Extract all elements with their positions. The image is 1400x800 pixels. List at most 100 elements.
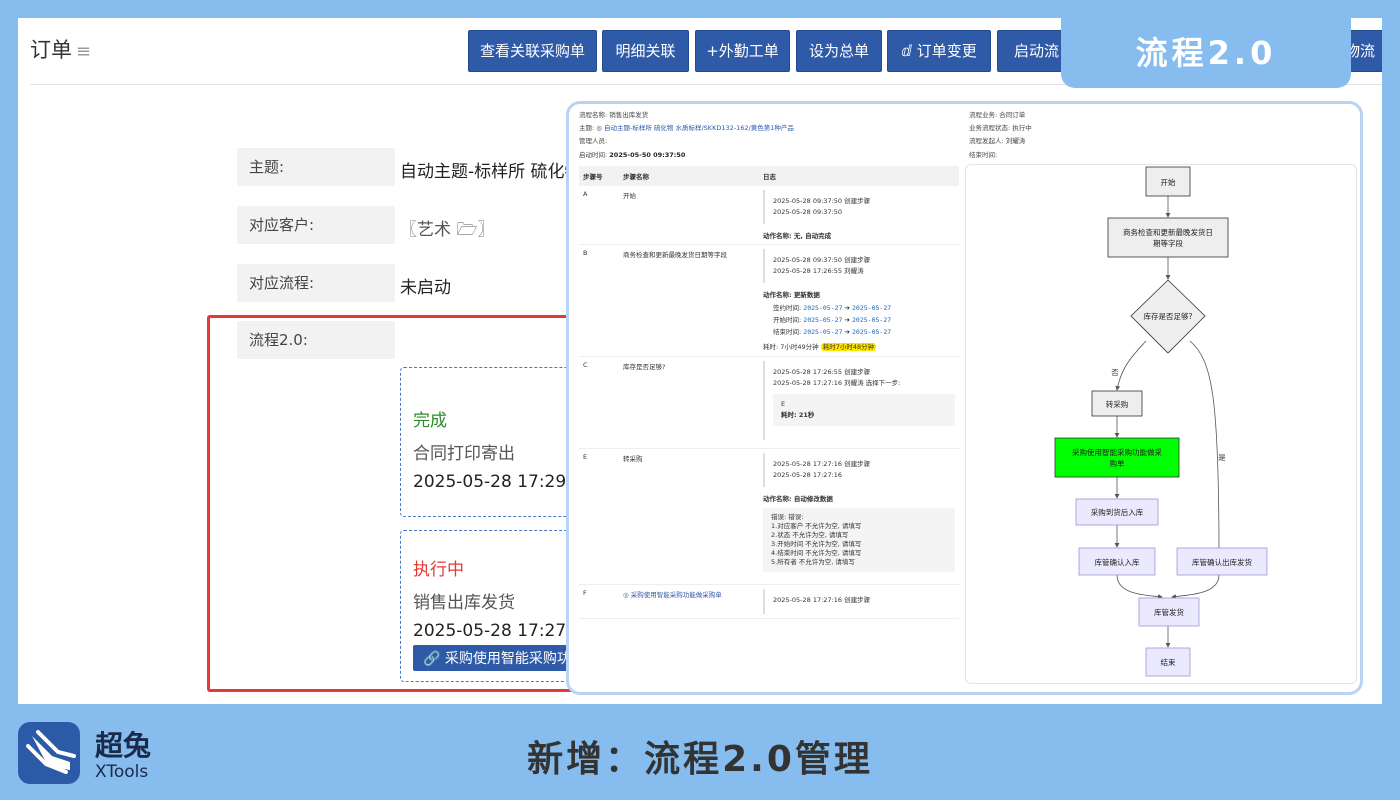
- meta-start-value: 2025-05-50 09:37:50: [609, 151, 686, 159]
- smart-purchase-link-button[interactable]: 🔗 采购使用智能采购功: [413, 645, 581, 671]
- log-line: 2025-05-28 17:26:55 刘耀涛: [773, 267, 864, 275]
- detail-link-button[interactable]: 明细关联: [602, 30, 689, 72]
- log-line: 2025-05-28 17:27:16: [773, 471, 843, 479]
- next-step-title: E: [781, 400, 786, 408]
- step-name-link[interactable]: ◎ 采购使用智能采购功能做采购单: [619, 584, 759, 619]
- date-from: 2025-05-27: [803, 304, 843, 312]
- date-from: 2025-05-27: [803, 328, 843, 336]
- flow-node-ship-label: 库管发货: [1154, 607, 1184, 617]
- order-change-icon: ⅆ: [901, 42, 912, 60]
- step-no: A: [579, 186, 619, 245]
- date-from: 2025-05-27: [803, 316, 843, 324]
- flow-node-check[interactable]: 商务检查和更新最晚发货日 期等字段: [1107, 217, 1229, 258]
- table-row: E 转采购 2025-05-28 17:27:16 创建步骤 2025-05-2…: [579, 448, 959, 585]
- flow-node-confirm-in[interactable]: 库管确认入库: [1078, 547, 1156, 576]
- log-line: 2025-05-28 17:27:16 创建步骤: [773, 596, 871, 604]
- step-name: 库存是否足够?: [619, 356, 759, 449]
- date-changes: 签约时间: 2025-05-27 ➔ 2025-05-27 开始时间: 2025…: [763, 302, 955, 338]
- flow-branch-no-label: 否: [1111, 368, 1119, 377]
- flow-node-transfer[interactable]: 转采购: [1091, 390, 1143, 417]
- flow-node-end[interactable]: 结束: [1145, 647, 1191, 677]
- meta-process-name: 流程名称: 销售出库发货: [579, 111, 649, 119]
- flow-node-smart-label-2: 购单: [1110, 458, 1126, 468]
- page-title-text: 订单: [30, 38, 72, 62]
- meta-subject-link[interactable]: 自动主题-标样所 硫化物 水质标样/SKKD132-162/黄色第1种产品: [604, 124, 794, 132]
- col-step-name: 步骤名称: [619, 166, 759, 186]
- menu-icon[interactable]: ≡: [76, 41, 91, 62]
- table-row: F ◎ 采购使用智能采购功能做采购单 2025-05-28 17:27:16 创…: [579, 584, 959, 619]
- flow-node-decision[interactable]: 库存是否足够?: [1130, 279, 1206, 354]
- flow-node-decision-label: 库存是否足够?: [1144, 311, 1193, 321]
- log-line: 2025-05-28 09:37:50 创建步骤: [773, 256, 871, 264]
- step-log: 2025-05-28 09:37:50 创建步骤 2025-05-28 09:3…: [759, 186, 959, 245]
- step-log: 2025-05-28 09:37:50 创建步骤 2025-05-28 17:2…: [759, 244, 959, 357]
- step-name: 商务检查和更新最晚发货日期等字段: [619, 244, 759, 357]
- log-line: 2025-05-28 09:37:50 创建步骤: [773, 197, 871, 205]
- process-detail-panel: 流程名称: 销售出库发货 主题: ◎ 自动主题-标样所 硫化物 水质标样/SKK…: [566, 101, 1363, 695]
- flow2-label: 流程2.0:: [237, 321, 395, 359]
- col-log: 日志: [759, 166, 959, 186]
- error-box: 错误: 错误: 1.对应客户 不允许为空, 请填写 2.状态 不允许为空, 请填…: [763, 508, 955, 572]
- set-master-order-button[interactable]: 设为总单: [796, 30, 882, 72]
- page-title: 订单 ≡: [30, 34, 91, 64]
- view-linked-purchase-button[interactable]: 查看关联采购单: [468, 30, 597, 72]
- duration-highlight: 耗时7小时48分钟: [820, 343, 877, 351]
- log-action: 动作名称: 更新数据: [763, 291, 820, 299]
- flow-node-start[interactable]: 开始: [1145, 166, 1191, 197]
- error-line: 5.所有者 不允许为空, 请填写: [771, 558, 855, 566]
- steps-table: 步骤号 步骤名称 日志 A 开始 2025-05-28 09:37:50 创建步…: [579, 166, 959, 619]
- flow-node-confirm-out-label: 库管确认出库发货: [1192, 557, 1252, 567]
- meta-start-time: 启动时间: 2025-05-50 09:37:50: [579, 149, 685, 159]
- order-change-button[interactable]: ⅆ 订单变更: [887, 30, 991, 72]
- next-step-duration: 耗时: 21秒: [781, 411, 815, 419]
- step-name: 开始: [619, 186, 759, 245]
- error-line: 2.状态 不允许为空, 请填写: [771, 531, 849, 539]
- date-change-row: 签约时间: 2025-05-27 ➔ 2025-05-27: [773, 304, 892, 312]
- flow-connectors: [1114, 196, 1222, 648]
- customer-label: 对应客户:: [237, 206, 395, 244]
- date-to: 2025-05-27: [852, 328, 892, 336]
- log-line: 2025-05-28 17:27:16 创建步骤: [773, 460, 871, 468]
- flowchart: 开始 商务检查和更新最晚发货日 期等字段 库存是否足够? 否 是 转采购 采购使…: [965, 164, 1357, 684]
- field-work-order-button[interactable]: +外勤工单: [695, 30, 790, 72]
- process-value: 未启动: [400, 278, 451, 298]
- version-badge: 流程2.0: [1061, 18, 1351, 88]
- feature-caption: 新增：流程2.0管理: [527, 739, 873, 780]
- customer-value[interactable]: 〖艺术 🗁〗: [400, 215, 494, 246]
- date-change-row: 开始时间: 2025-05-27 ➔ 2025-05-27: [773, 316, 892, 324]
- error-line: 4.结束时间 不允许为空, 请填写: [771, 549, 862, 557]
- table-row: C 库存是否足够? 2025-05-28 17:26:55 创建步骤 2025-…: [579, 356, 959, 449]
- flow-node-smart-purchase[interactable]: 采购使用智能采购功能做采 购单: [1054, 437, 1180, 478]
- subject-label: 主题:: [237, 148, 395, 186]
- step-name: 转采购: [619, 448, 759, 585]
- error-line: 1.对应客户 不允许为空, 请填写: [771, 522, 862, 530]
- flow-node-confirm-out[interactable]: 库管确认出库发货: [1176, 547, 1268, 576]
- flow-node-check-label-1: 商务检查和更新最晚发货日: [1123, 227, 1213, 237]
- log-action: 动作名称: 自动修改数据: [763, 495, 833, 503]
- step-no: C: [579, 356, 619, 449]
- flow-node-start-label: 开始: [1161, 177, 1177, 187]
- next-step-box: E 耗时: 21秒: [773, 394, 955, 426]
- flow-node-end-label: 结束: [1161, 657, 1177, 667]
- step-no: F: [579, 584, 619, 619]
- log-line: 2025-05-28 17:26:55 创建步骤: [773, 368, 871, 376]
- flow-node-arrive[interactable]: 采购到货后入库: [1075, 498, 1159, 526]
- meta-status: 业务流程状态: 执行中: [969, 124, 1032, 132]
- table-row: B 商务检查和更新最晚发货日期等字段 2025-05-28 09:37:50 创…: [579, 244, 959, 357]
- step-log: 2025-05-28 17:27:16 创建步骤: [759, 584, 959, 619]
- date-to: 2025-05-27: [852, 304, 892, 312]
- flow-node-transfer-label: 转采购: [1106, 399, 1129, 409]
- step-log: 2025-05-28 17:27:16 创建步骤 2025-05-28 17:2…: [759, 448, 959, 585]
- flow-node-smart-label-1: 采购使用智能采购功能做采: [1072, 447, 1162, 457]
- subject-value: 自动主题-标样所 硫化物: [400, 162, 582, 182]
- table-row: A 开始 2025-05-28 09:37:50 创建步骤 2025-05-28…: [579, 186, 959, 245]
- flow-node-check-label-2: 期等字段: [1153, 238, 1183, 248]
- meta-subject-label: 主题: ◎: [579, 124, 602, 132]
- date-label: 开始时间:: [773, 316, 802, 324]
- flow-node-ship[interactable]: 库管发货: [1138, 597, 1200, 627]
- step-no: B: [579, 244, 619, 357]
- log-line: 2025-05-28 09:37:50: [773, 208, 843, 216]
- duration-row: 耗时: 7小时49分钟 耗时7小时48分钟: [763, 341, 955, 351]
- duration-text: 耗时: 7小时49分钟: [763, 343, 819, 351]
- steps-table-header: 步骤号 步骤名称 日志: [579, 166, 959, 186]
